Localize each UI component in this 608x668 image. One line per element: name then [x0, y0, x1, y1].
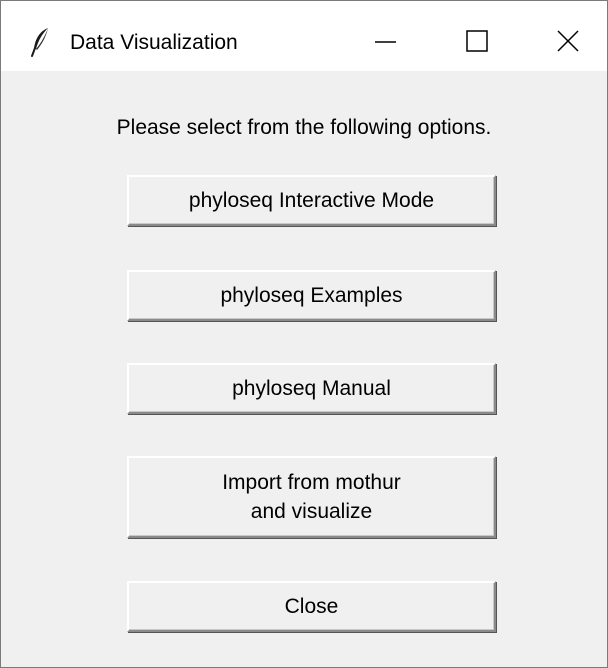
close-button[interactable]: Close — [127, 581, 496, 632]
instruction-text: Please select from the following options… — [116, 116, 492, 139]
app-window: Data Visualization Please select from th… — [0, 0, 608, 668]
interactive-mode-button[interactable]: phyloseq Interactive Mode — [127, 175, 496, 226]
minimize-icon[interactable] — [363, 21, 409, 61]
close-icon[interactable] — [545, 21, 591, 61]
window-title: Data Visualization — [70, 31, 238, 54]
close-label: Close — [284, 595, 339, 618]
examples-button[interactable]: phyloseq Examples — [127, 270, 496, 321]
examples-label: phyloseq Examples — [220, 284, 403, 307]
manual-label: phyloseq Manual — [232, 377, 391, 400]
maximize-icon[interactable] — [454, 21, 500, 61]
manual-button[interactable]: phyloseq Manual — [127, 363, 496, 414]
title-bar[interactable]: Data Visualization — [1, 1, 607, 71]
import-mothur-label: Import from mothur and visualize — [222, 471, 401, 523]
feather-icon — [31, 27, 51, 57]
interactive-mode-label: phyloseq Interactive Mode — [188, 189, 435, 212]
import-mothur-button[interactable]: Import from mothur and visualize — [127, 456, 496, 538]
